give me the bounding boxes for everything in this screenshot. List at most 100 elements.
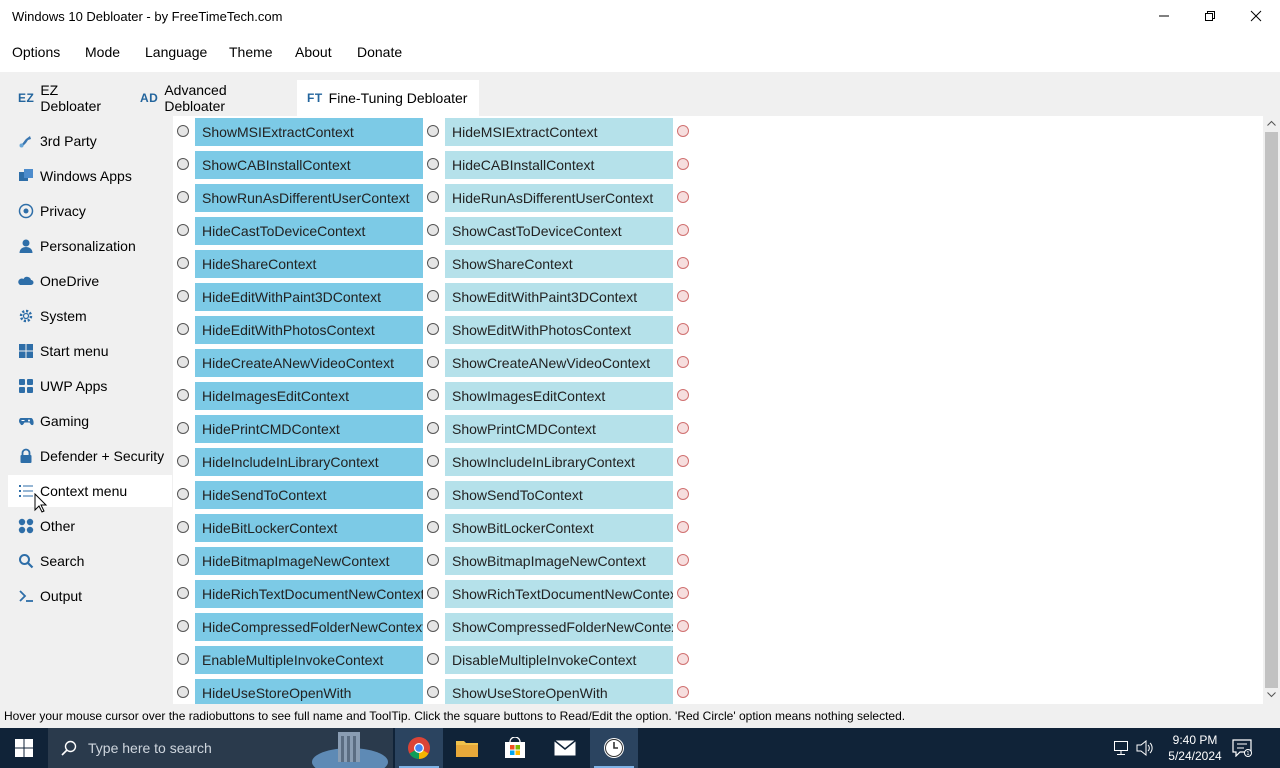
option-a-radio[interactable] — [177, 455, 189, 467]
option-a-button[interactable]: HideEditWithPaint3DContext — [195, 283, 423, 311]
vertical-scrollbar[interactable] — [1263, 116, 1280, 704]
option-b-button[interactable]: HideMSIExtractContext — [445, 118, 673, 146]
sidebar-item-gaming[interactable]: Gaming — [8, 405, 172, 437]
option-a-button[interactable]: HideShareContext — [195, 250, 423, 278]
sidebar-item-onedrive[interactable]: OneDrive — [8, 265, 172, 297]
option-b-radio[interactable] — [427, 257, 439, 269]
none-selected-radio[interactable] — [677, 620, 689, 632]
menu-mode[interactable]: Mode — [85, 44, 120, 60]
taskbar-app-store[interactable] — [491, 728, 539, 768]
option-b-radio[interactable] — [427, 125, 439, 137]
option-b-button[interactable]: ShowBitmapImageNewContext — [445, 547, 673, 575]
scrollbar-thumb[interactable] — [1265, 132, 1278, 688]
option-a-radio[interactable] — [177, 620, 189, 632]
option-a-radio[interactable] — [177, 653, 189, 665]
option-a-radio[interactable] — [177, 389, 189, 401]
option-a-button[interactable]: HideBitLockerContext — [195, 514, 423, 542]
sidebar-item-uwp-apps[interactable]: UWP Apps — [8, 370, 172, 402]
sidebar-item-context-menu[interactable]: Context menu — [8, 475, 172, 507]
taskbar-app-clock[interactable] — [590, 728, 638, 768]
option-a-radio[interactable] — [177, 290, 189, 302]
restore-button[interactable] — [1187, 0, 1233, 32]
tab-ez-debloater[interactable]: EZ EZ Debloater — [8, 80, 132, 116]
option-b-radio[interactable] — [427, 224, 439, 236]
option-a-button[interactable]: HideBitmapImageNewContext — [195, 547, 423, 575]
option-a-button[interactable]: EnableMultipleInvokeContext — [195, 646, 423, 674]
option-b-button[interactable]: ShowCreateANewVideoContext — [445, 349, 673, 377]
option-b-radio[interactable] — [427, 290, 439, 302]
option-b-radio[interactable] — [427, 191, 439, 203]
option-b-button[interactable]: ShowCompressedFolderNewContex — [445, 613, 673, 641]
option-b-radio[interactable] — [427, 488, 439, 500]
option-a-radio[interactable] — [177, 323, 189, 335]
sidebar-item-defender-security[interactable]: Defender + Security — [8, 440, 172, 472]
none-selected-radio[interactable] — [677, 488, 689, 500]
option-a-radio[interactable] — [177, 587, 189, 599]
option-a-button[interactable]: HideUseStoreOpenWith — [195, 679, 423, 704]
none-selected-radio[interactable] — [677, 158, 689, 170]
none-selected-radio[interactable] — [677, 521, 689, 533]
minimize-button[interactable] — [1141, 0, 1187, 32]
taskbar-clock[interactable]: 9:40 PM 5/24/2024 — [1160, 732, 1230, 764]
option-b-radio[interactable] — [427, 653, 439, 665]
none-selected-radio[interactable] — [677, 356, 689, 368]
none-selected-radio[interactable] — [677, 653, 689, 665]
none-selected-radio[interactable] — [677, 224, 689, 236]
none-selected-radio[interactable] — [677, 191, 689, 203]
option-a-radio[interactable] — [177, 158, 189, 170]
option-b-button[interactable]: ShowCastToDeviceContext — [445, 217, 673, 245]
scroll-up-icon[interactable] — [1267, 120, 1276, 126]
menu-theme[interactable]: Theme — [229, 44, 273, 60]
option-b-button[interactable]: ShowIncludeInLibraryContext — [445, 448, 673, 476]
option-b-button[interactable]: ShowPrintCMDContext — [445, 415, 673, 443]
option-b-radio[interactable] — [427, 554, 439, 566]
none-selected-radio[interactable] — [677, 257, 689, 269]
option-a-button[interactable]: HideEditWithPhotosContext — [195, 316, 423, 344]
tab-fine-tuning-debloater[interactable]: FT Fine-Tuning Debloater — [297, 80, 479, 116]
option-a-button[interactable]: ShowCABInstallContext — [195, 151, 423, 179]
option-a-button[interactable]: HidePrintCMDContext — [195, 415, 423, 443]
option-b-button[interactable]: HideCABInstallContext — [445, 151, 673, 179]
sidebar-item-privacy[interactable]: Privacy — [8, 195, 172, 227]
sidebar-item-search[interactable]: Search — [8, 545, 172, 577]
taskbar-app-chrome[interactable] — [395, 728, 443, 768]
option-b-button[interactable]: ShowRichTextDocumentNewContex — [445, 580, 673, 608]
sidebar-item-start-menu[interactable]: Start menu — [8, 335, 172, 367]
option-b-radio[interactable] — [427, 356, 439, 368]
option-b-button[interactable]: ShowBitLockerContext — [445, 514, 673, 542]
sidebar-item-system[interactable]: System — [8, 300, 172, 332]
volume-icon[interactable] — [1136, 740, 1154, 756]
close-button[interactable] — [1233, 0, 1279, 32]
option-a-button[interactable]: HideCastToDeviceContext — [195, 217, 423, 245]
none-selected-radio[interactable] — [677, 422, 689, 434]
option-a-radio[interactable] — [177, 257, 189, 269]
option-a-radio[interactable] — [177, 125, 189, 137]
option-a-button[interactable]: HideSendToContext — [195, 481, 423, 509]
sidebar-item-personalization[interactable]: Personalization — [8, 230, 172, 262]
sidebar-item-output[interactable]: Output — [8, 580, 172, 612]
none-selected-radio[interactable] — [677, 554, 689, 566]
option-b-radio[interactable] — [427, 587, 439, 599]
taskbar-app-mail[interactable] — [541, 728, 589, 768]
option-b-button[interactable]: ShowEditWithPhotosContext — [445, 316, 673, 344]
none-selected-radio[interactable] — [677, 389, 689, 401]
start-button[interactable] — [0, 728, 48, 768]
option-b-radio[interactable] — [427, 455, 439, 467]
taskbar-app-file-explorer[interactable] — [443, 728, 491, 768]
option-a-button[interactable]: HideIncludeInLibraryContext — [195, 448, 423, 476]
none-selected-radio[interactable] — [677, 125, 689, 137]
option-a-radio[interactable] — [177, 554, 189, 566]
menu-options[interactable]: Options — [12, 44, 60, 60]
option-b-button[interactable]: ShowSendToContext — [445, 481, 673, 509]
option-b-radio[interactable] — [427, 686, 439, 698]
option-a-radio[interactable] — [177, 521, 189, 533]
option-a-radio[interactable] — [177, 488, 189, 500]
option-a-button[interactable]: HideImagesEditContext — [195, 382, 423, 410]
tab-advanced-debloater[interactable]: AD Advanced Debloater — [130, 80, 298, 116]
none-selected-radio[interactable] — [677, 686, 689, 698]
scroll-down-icon[interactable] — [1267, 692, 1276, 698]
option-b-button[interactable]: ShowUseStoreOpenWith — [445, 679, 673, 704]
sidebar-item-other[interactable]: Other — [8, 510, 172, 542]
option-b-button[interactable]: ShowShareContext — [445, 250, 673, 278]
option-b-radio[interactable] — [427, 422, 439, 434]
